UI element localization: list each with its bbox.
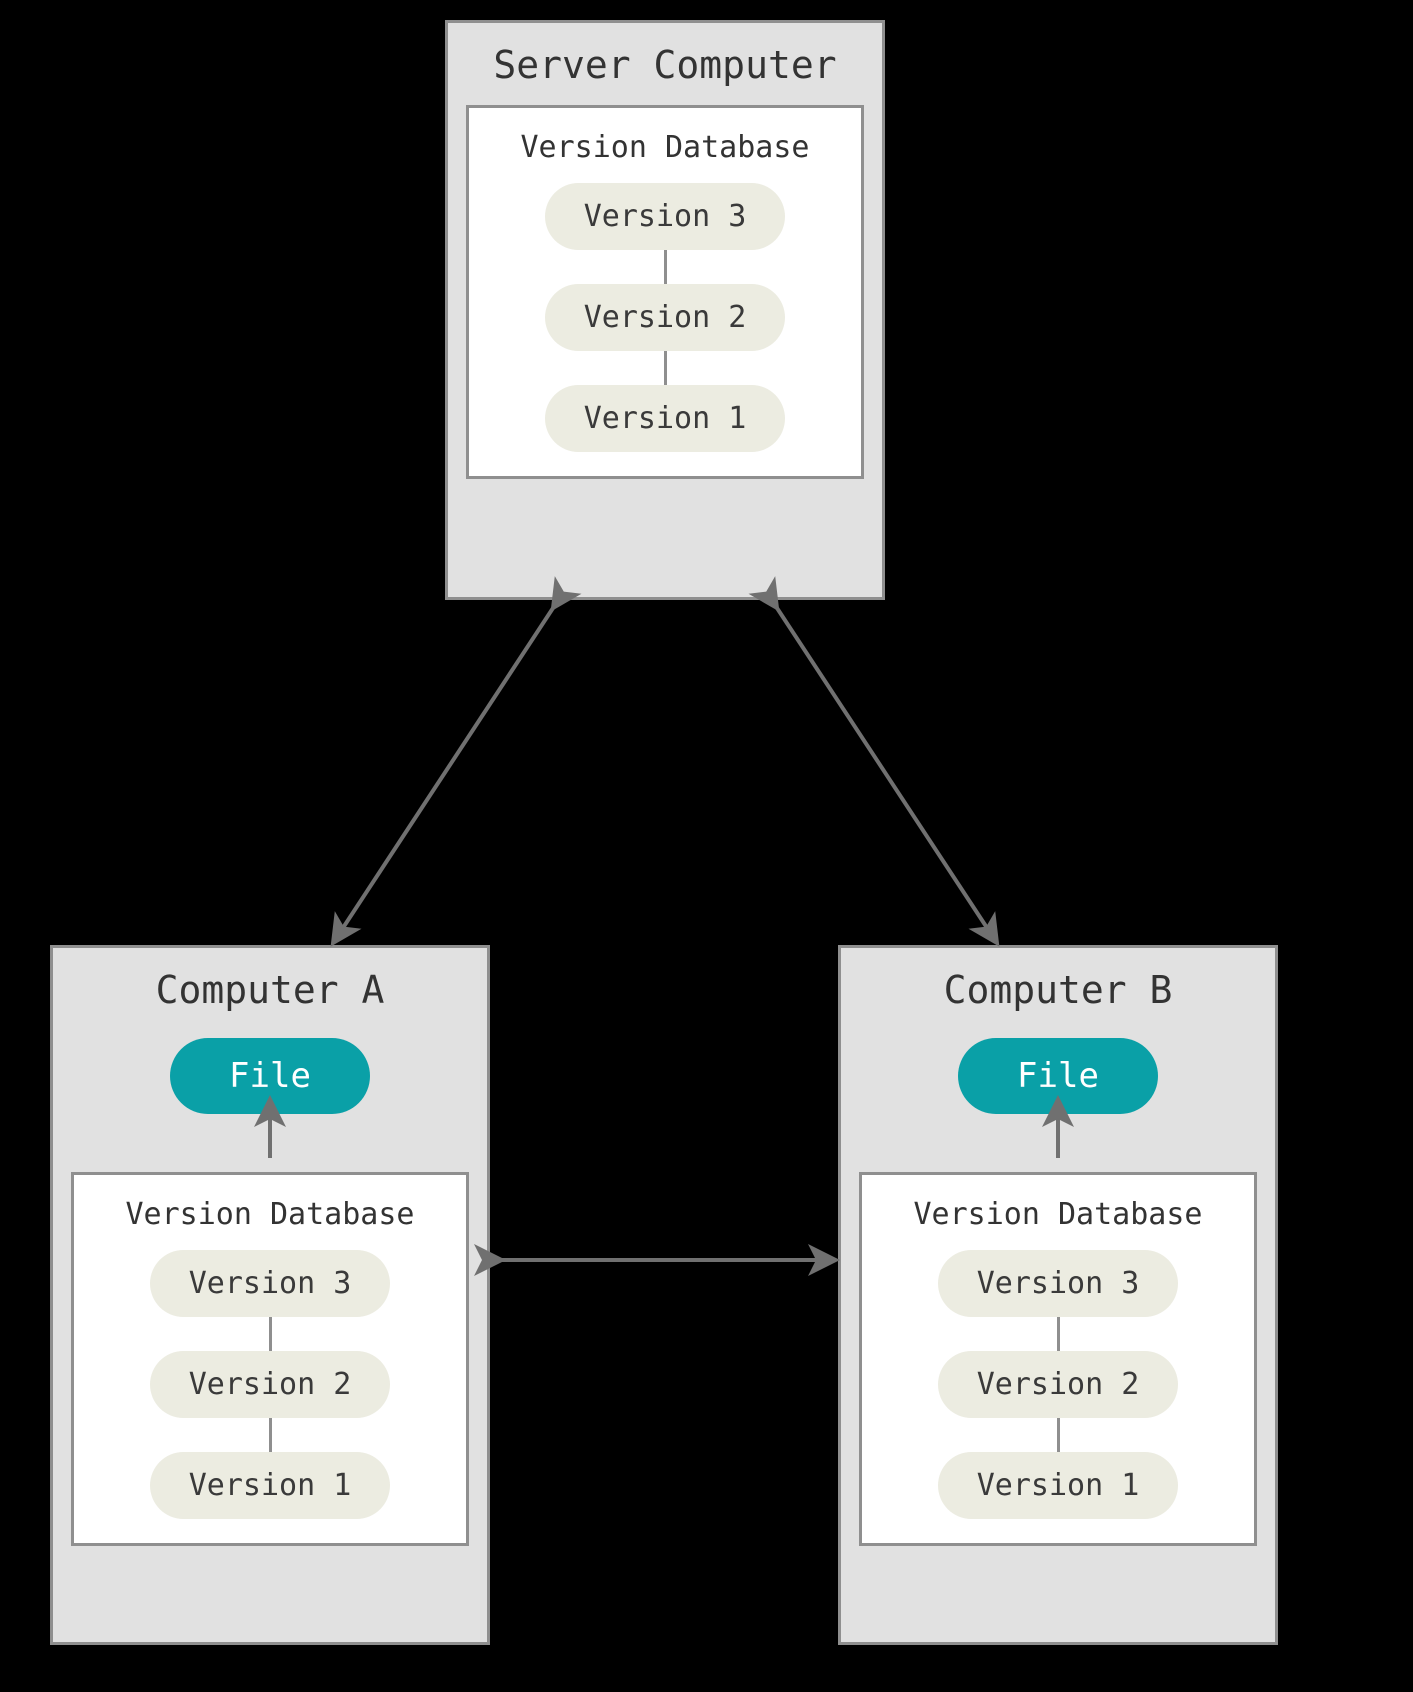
server-title: Server Computer [448,23,882,105]
connector-line [269,1418,272,1452]
arrow-server-to-a [335,605,555,940]
computer-b-version-2: Version 2 [938,1351,1178,1418]
server-db-label: Version Database [469,122,861,183]
connector-line [269,1317,272,1351]
computer-a-db-label: Version Database [74,1189,466,1250]
connector-line [664,250,667,284]
server-version-3: Version 3 [545,183,785,250]
diagram-canvas: Server Computer Version Database Version… [0,0,1413,1692]
server-version-database: Version Database Version 3 Version 2 Ver… [466,105,864,479]
computer-b-file-pill: File [958,1038,1158,1114]
server-version-1: Version 1 [545,385,785,452]
computer-b-version-1: Version 1 [938,1452,1178,1519]
arrow-server-to-b [775,605,995,940]
computer-b-version-3: Version 3 [938,1250,1178,1317]
computer-b-version-database: Version Database Version 3 Version 2 Ver… [859,1172,1257,1546]
computer-b-db-label: Version Database [862,1189,1254,1250]
computer-a-version-2: Version 2 [150,1351,390,1418]
computer-b-title: Computer B [841,948,1275,1030]
connector-line [664,351,667,385]
computer-a-file-pill: File [170,1038,370,1114]
computer-a-version-3: Version 3 [150,1250,390,1317]
server-computer-box: Server Computer Version Database Version… [445,20,885,600]
connector-line [1057,1317,1060,1351]
server-version-2: Version 2 [545,284,785,351]
computer-a-version-database: Version Database Version 3 Version 2 Ver… [71,1172,469,1546]
computer-a-title: Computer A [53,948,487,1030]
computer-b-box: Computer B File Version Database Version… [838,945,1278,1645]
connector-line [1057,1418,1060,1452]
computer-a-version-1: Version 1 [150,1452,390,1519]
computer-a-box: Computer A File Version Database Version… [50,945,490,1645]
